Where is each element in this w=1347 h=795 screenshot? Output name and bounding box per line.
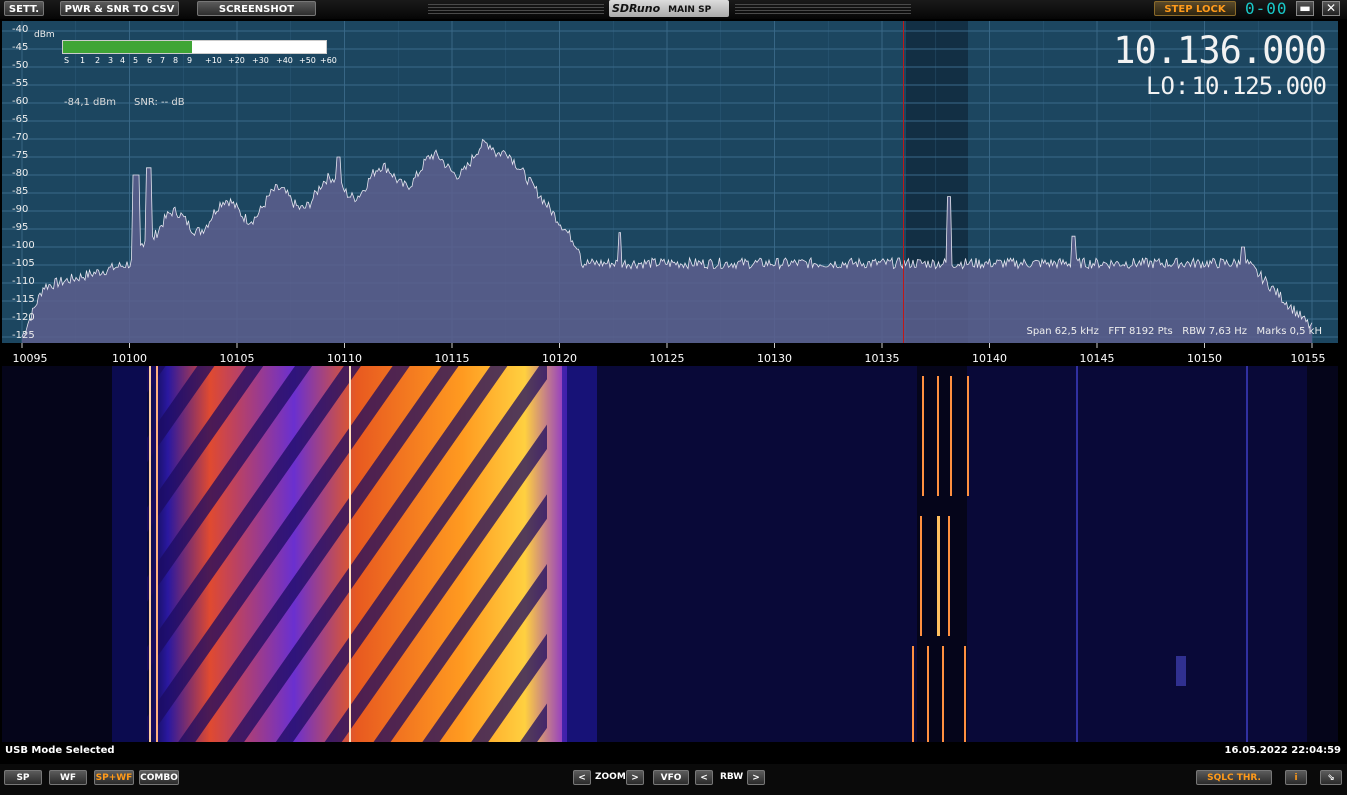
spectrum-info: Span 62,5 kHz FFT 8192 Pts RBW 7,63 Hz M…	[1026, 326, 1322, 337]
info-button[interactable]: i	[1285, 770, 1307, 785]
db-tick-label: -125	[12, 330, 35, 341]
freq-tick-label: 10150	[1187, 352, 1222, 365]
s-meter-tick-label: 5	[133, 56, 139, 65]
db-tick-label: -120	[12, 312, 35, 323]
rbw-up-button[interactable]: >	[747, 770, 765, 785]
spectrum-display[interactable]: -40 -45 -50 -55 -60 -65 -70 -75 -80 -85 -90 -95 -100…	[2, 21, 1338, 366]
db-tick-label: -45	[12, 42, 29, 53]
drag-grip-left[interactable]	[428, 4, 604, 14]
s-meter-tick-label: 1	[80, 56, 86, 65]
mode-indicator: 0-00	[1245, 0, 1288, 18]
db-tick-label: -100	[12, 240, 35, 251]
status-mode: USB Mode Selected	[5, 745, 115, 756]
drag-grip-right[interactable]	[735, 4, 911, 14]
wf-button[interactable]: WF	[49, 770, 87, 785]
close-icon[interactable]: ✕	[1322, 1, 1340, 16]
db-tick-label: -85	[12, 186, 29, 197]
minimize-icon[interactable]: ▬	[1296, 1, 1314, 16]
power-reading: -84,1 dBm	[64, 97, 117, 108]
freq-tick-label: 10100	[112, 352, 147, 365]
s-meter-tick-label: +40	[276, 56, 293, 65]
s-meter-tick-label: 6	[147, 56, 153, 65]
freq-tick-label: 10135	[864, 352, 900, 365]
freq-tick-label: 10145	[1079, 352, 1115, 365]
s-meter-tick-label: +10	[205, 56, 222, 65]
step-lock-button[interactable]: STEP LOCK	[1154, 1, 1236, 16]
s-meter-tick-label: 7	[160, 56, 166, 65]
freq-tick-label: 10155	[1290, 352, 1326, 365]
sp-button[interactable]: SP	[4, 770, 42, 785]
freq-tick-label: 10140	[972, 352, 1007, 365]
vfo-button[interactable]: VFO	[653, 770, 689, 785]
freq-tick-label: 10125	[649, 352, 685, 365]
vfo-frequency-display[interactable]: 10.136.000	[1113, 29, 1327, 72]
spectrum-plot	[2, 21, 1338, 366]
db-tick-label: -60	[12, 96, 29, 107]
db-tick-label: -40	[12, 24, 29, 35]
s-meter-tick-label: 3	[108, 56, 114, 65]
s-meter-tick-label: 2	[95, 56, 101, 65]
db-tick-label: -105	[12, 258, 35, 269]
s-meter	[62, 40, 327, 54]
s-meter-tick-label: S	[64, 56, 70, 65]
top-toolbar: SETT. PWR & SNR TO CSV SCREENSHOT SDRuno…	[0, 0, 1347, 19]
db-tick-label: -65	[12, 114, 29, 125]
s-meter-tick-label: +50	[299, 56, 316, 65]
s-meter-tick-label: +30	[252, 56, 269, 65]
snr-reading: SNR: -- dB	[134, 97, 185, 108]
db-tick-label: -50	[12, 60, 29, 71]
combo-button[interactable]: COMBO	[139, 770, 179, 785]
s-meter-tick-label: +20	[228, 56, 245, 65]
bottom-toolbar: SP WF SP+WF COMBO < ZOOM > VFO < RBW > S…	[0, 764, 1347, 795]
settings-button[interactable]: SETT.	[4, 1, 44, 16]
lo-label: LO:	[1146, 72, 1190, 100]
freq-tick-label: 10095	[12, 352, 48, 365]
window-name: MAIN SP	[668, 5, 712, 15]
screenshot-button[interactable]: SCREENSHOT	[197, 1, 316, 16]
db-tick-label: -95	[12, 222, 29, 233]
freq-tick-label: 10105	[219, 352, 255, 365]
waterfall-display[interactable]	[2, 366, 1338, 742]
s-meter-tick-label: 8	[173, 56, 179, 65]
rbw-down-button[interactable]: <	[695, 770, 713, 785]
db-tick-label: -70	[12, 132, 29, 143]
freq-tick-label: 10120	[542, 352, 577, 365]
status-datetime: 16.05.2022 22:04:59	[1224, 745, 1342, 756]
sqlc-threshold-button[interactable]: SQLC THR.	[1196, 770, 1272, 785]
rbw-label: RBW	[720, 772, 744, 782]
freq-tick-label: 10115	[434, 352, 470, 365]
zoom-out-button[interactable]: <	[573, 770, 591, 785]
waterfall-plot	[2, 366, 1338, 742]
db-tick-label: -75	[12, 150, 29, 161]
s-meter-tick-label: 4	[120, 56, 126, 65]
lo-frequency-display[interactable]: 10.125.000	[1192, 72, 1327, 100]
s-meter-tick-label: 9	[187, 56, 193, 65]
db-tick-label: -80	[12, 168, 29, 179]
db-tick-label: -55	[12, 78, 29, 89]
s-meter-fill	[63, 41, 192, 53]
db-tick-label: -90	[12, 204, 29, 215]
db-unit-label: dBm	[34, 30, 55, 40]
zoom-in-button[interactable]: >	[626, 770, 644, 785]
window-title: SDRuno MAIN SP	[609, 0, 729, 17]
db-tick-label: -110	[12, 276, 35, 287]
freq-tick-label: 10110	[327, 352, 362, 365]
s-meter-tick-label: +60	[320, 56, 337, 65]
app-name: SDRuno	[612, 2, 661, 15]
db-tick-label: -115	[12, 294, 35, 305]
freq-tick-label: 10130	[757, 352, 792, 365]
resize-icon[interactable]: ⇘	[1320, 770, 1342, 785]
zoom-label: ZOOM	[595, 772, 626, 782]
spwf-button[interactable]: SP+WF	[94, 770, 134, 785]
pwr-snr-csv-button[interactable]: PWR & SNR TO CSV	[60, 1, 179, 16]
